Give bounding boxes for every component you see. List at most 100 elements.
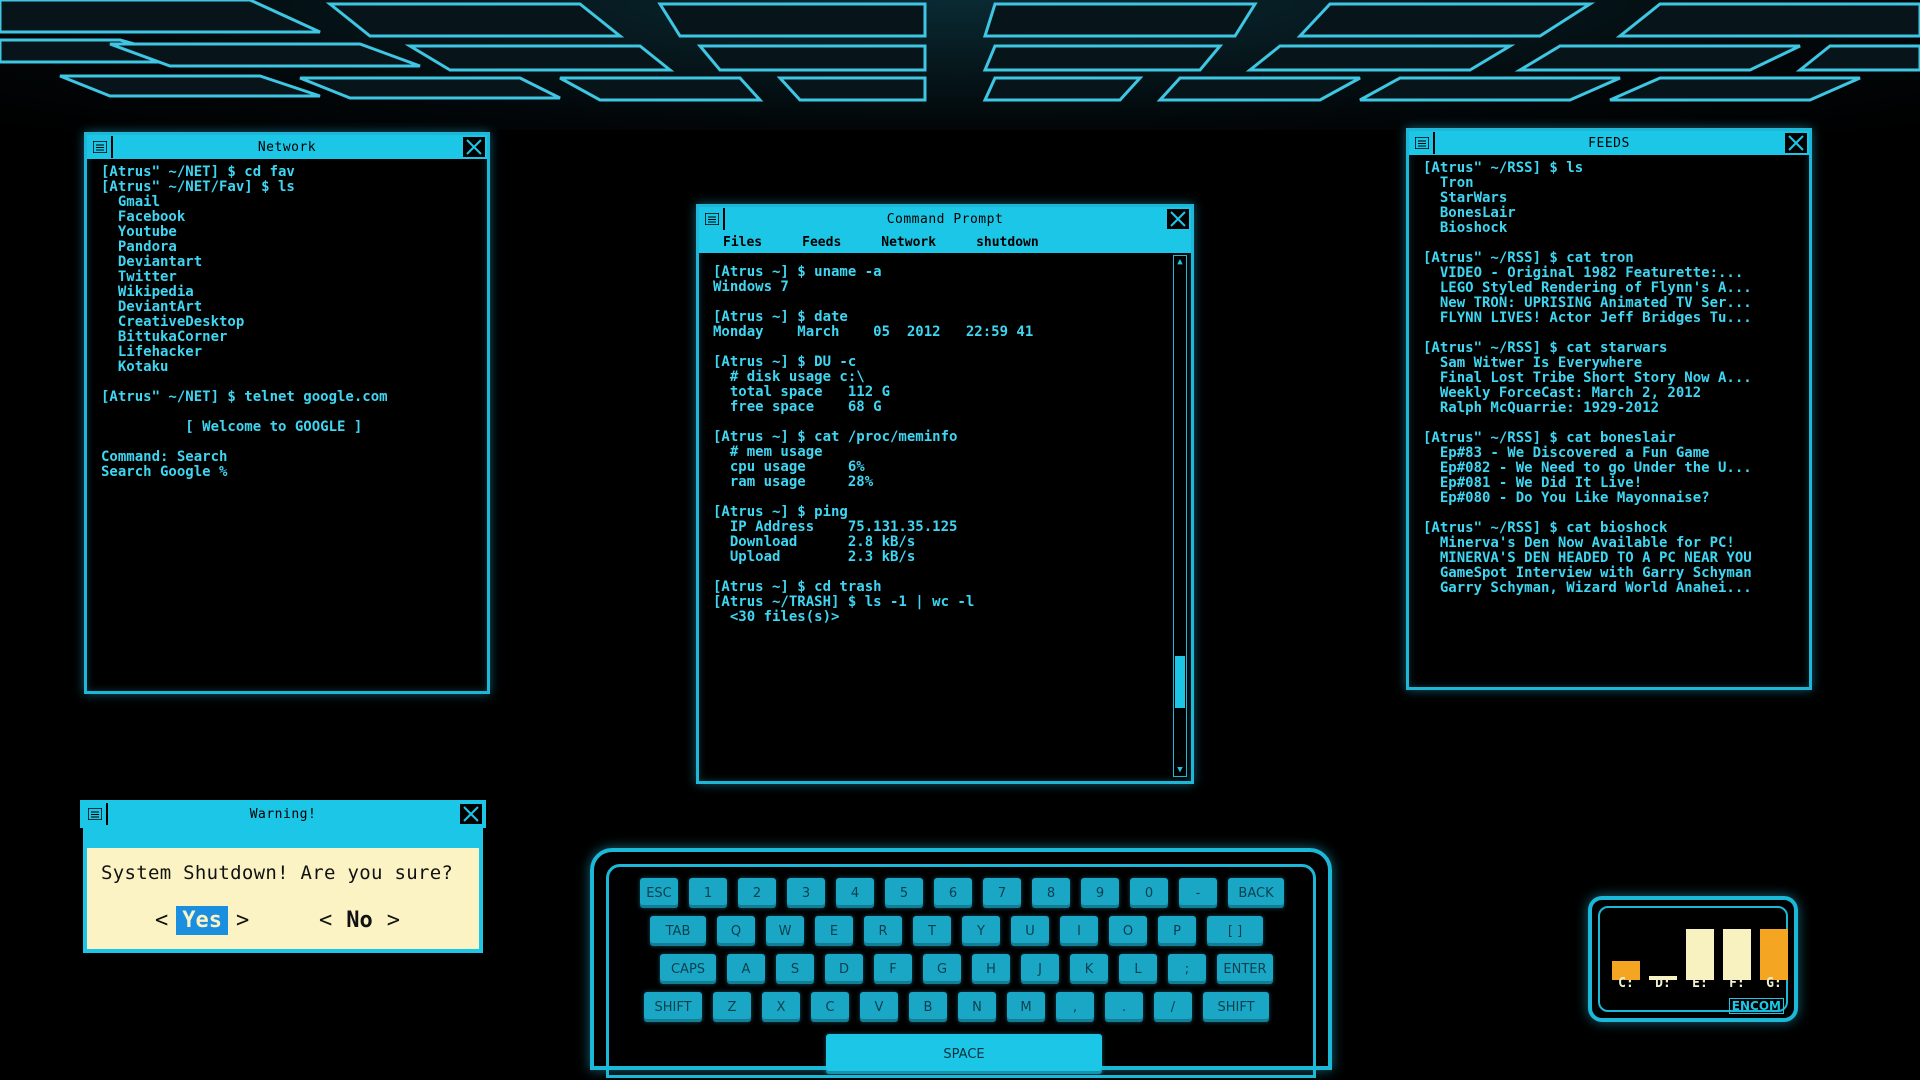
network-titlebar[interactable]: Network (87, 135, 487, 159)
key-i[interactable]: I (1060, 916, 1098, 946)
no-choice[interactable]: < No > (319, 906, 400, 935)
key-s[interactable]: S (776, 954, 814, 984)
command-prompt-terminal-line: <30 files(s)> (713, 609, 840, 625)
key-enter[interactable]: ENTER (1217, 954, 1273, 984)
key-y[interactable]: Y (962, 916, 1000, 946)
command-prompt-terminal-line: free space 68 G (713, 399, 882, 415)
window-menu-icon[interactable] (89, 136, 113, 158)
feeds-terminal-line: [Atrus" ~/RSS] $ cat boneslair (1423, 430, 1676, 446)
feeds-terminal-line: Sam Witwer Is Everywhere (1423, 355, 1643, 371)
feeds-titlebar[interactable]: FEEDS (1409, 131, 1809, 155)
scroll-up-icon[interactable]: ▲ (1174, 256, 1186, 268)
key-4[interactable]: 4 (836, 878, 874, 908)
close-button[interactable] (458, 802, 484, 826)
command-prompt-terminal-line: ram usage 28% (713, 474, 874, 490)
key-f[interactable]: F (874, 954, 912, 984)
window-menu-icon[interactable] (1411, 132, 1435, 154)
key-u[interactable]: U (1011, 916, 1049, 946)
key-v[interactable]: V (860, 992, 898, 1022)
no-button[interactable]: No (340, 906, 379, 935)
key-x[interactable]: X (762, 992, 800, 1022)
feeds-terminal-line: [Atrus" ~/RSS] $ cat bioshock (1423, 520, 1668, 536)
key-0[interactable]: 0 (1130, 878, 1168, 908)
key-n[interactable]: N (958, 992, 996, 1022)
menu-feeds[interactable]: Feeds (802, 235, 841, 250)
vertical-scrollbar[interactable]: ▲ ▼ (1173, 255, 1187, 777)
key-8[interactable]: 8 (1032, 878, 1070, 908)
key-q[interactable]: Q (717, 916, 755, 946)
key-3[interactable]: 3 (787, 878, 825, 908)
command-prompt-terminal-line: [Atrus ~] $ date (713, 309, 848, 325)
command-prompt-terminal-line: # disk usage c:\ (713, 369, 865, 385)
key-sym38[interactable]: , (1056, 992, 1094, 1022)
key-h[interactable]: H (972, 954, 1010, 984)
key-j[interactable]: J (1021, 954, 1059, 984)
key-e[interactable]: E (815, 916, 853, 946)
key-1[interactable]: 1 (689, 878, 727, 908)
feeds-terminal-line: Final Lost Tribe Short Story Now A... (1423, 370, 1752, 386)
yes-button[interactable]: Yes (176, 906, 228, 935)
key-tab[interactable]: TAB (650, 916, 706, 946)
key-d[interactable]: D (825, 954, 863, 984)
window-menu-icon[interactable] (701, 208, 725, 230)
command-prompt-menubar: Files Feeds Network shutdown (699, 231, 1191, 253)
key-m[interactable]: M (1007, 992, 1045, 1022)
key-space[interactable]: SPACE (826, 1034, 1102, 1074)
network-terminal-line: DeviantArt (101, 299, 203, 315)
key-sym011[interactable]: - (1179, 878, 1217, 908)
key-b[interactable]: B (909, 992, 947, 1022)
key-6[interactable]: 6 (934, 878, 972, 908)
key-l[interactable]: L (1119, 954, 1157, 984)
drive-label: F: (1729, 976, 1745, 991)
feeds-terminal-line: [Atrus" ~/RSS] $ cat tron (1423, 250, 1634, 266)
network-terminal-line: BittukaCorner (101, 329, 228, 345)
close-button[interactable] (461, 135, 487, 159)
network-terminal-line: Wikipedia (101, 284, 194, 300)
left-arrow: < (155, 908, 169, 933)
scroll-thumb[interactable] (1175, 656, 1185, 708)
key-back[interactable]: BACK (1228, 878, 1284, 908)
feeds-terminal-line: [Atrus" ~/RSS] $ ls (1423, 160, 1584, 176)
key-sym210[interactable]: ; (1168, 954, 1206, 984)
key-z[interactable]: Z (713, 992, 751, 1022)
key-shift[interactable]: SHIFT (1203, 992, 1269, 1022)
key-sym310[interactable]: / (1154, 992, 1192, 1022)
command-prompt-titlebar[interactable]: Command Prompt (699, 207, 1191, 231)
key-esc[interactable]: ESC (640, 878, 678, 908)
network-terminal-line: [ Welcome to GOOGLE ] (101, 419, 363, 435)
menu-shutdown[interactable]: shutdown (976, 235, 1039, 250)
warning-content: System Shutdown! Are you sure? < Yes > <… (87, 848, 479, 949)
key-o[interactable]: O (1109, 916, 1147, 946)
key-9[interactable]: 9 (1081, 878, 1119, 908)
key-sym111[interactable]: [ ] (1207, 916, 1263, 946)
key-sym39[interactable]: . (1105, 992, 1143, 1022)
key-g[interactable]: G (923, 954, 961, 984)
scroll-down-icon[interactable]: ▼ (1174, 764, 1186, 776)
on-screen-keyboard: ESC 1 2 3 4 5 6 7 8 9 0- BACK TAB Q W E R T Y U I O P[ ] CAPS A S… (590, 848, 1332, 1078)
command-prompt-terminal-line: cpu usage 6% (713, 459, 865, 475)
key-k[interactable]: K (1070, 954, 1108, 984)
feeds-terminal-line: VIDEO - Original 1982 Featurette:... (1423, 265, 1744, 281)
network-terminal-line: CreativeDesktop (101, 314, 245, 330)
close-button[interactable] (1165, 207, 1191, 231)
key-r[interactable]: R (864, 916, 902, 946)
key-caps[interactable]: CAPS (660, 954, 716, 984)
key-w[interactable]: W (766, 916, 804, 946)
key-2[interactable]: 2 (738, 878, 776, 908)
feeds-terminal-line: MINERVA'S DEN HEADED TO A PC NEAR YOU (1423, 550, 1752, 566)
key-t[interactable]: T (913, 916, 951, 946)
command-prompt-terminal-line: Windows 7 (713, 279, 789, 295)
key-7[interactable]: 7 (983, 878, 1021, 908)
key-shift[interactable]: SHIFT (644, 992, 702, 1022)
key-c[interactable]: C (811, 992, 849, 1022)
yes-choice[interactable]: < Yes > (155, 906, 249, 935)
window-menu-icon[interactable] (84, 803, 108, 825)
key-a[interactable]: A (727, 954, 765, 984)
menu-files[interactable]: Files (723, 235, 762, 250)
menu-network[interactable]: Network (881, 235, 936, 250)
key-p[interactable]: P (1158, 916, 1196, 946)
close-button[interactable] (1783, 131, 1809, 155)
key-5[interactable]: 5 (885, 878, 923, 908)
warning-titlebar[interactable]: Warning! (80, 800, 486, 828)
command-prompt-terminal-line (713, 565, 1033, 580)
